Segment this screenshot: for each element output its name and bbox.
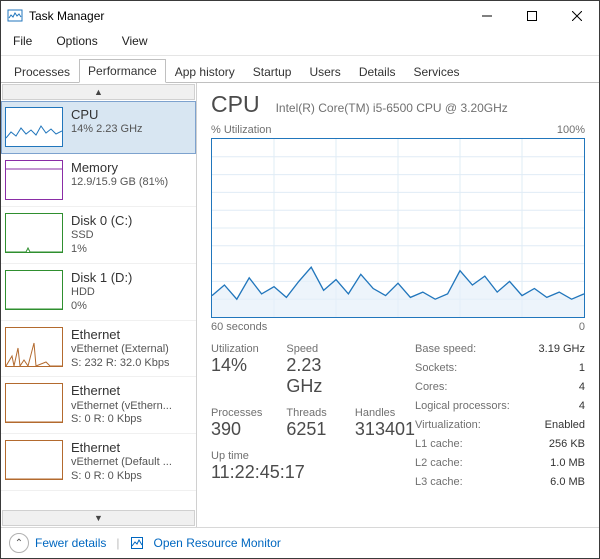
detail-key: L3 cache: [415, 476, 539, 491]
detail-value: Enabled [539, 419, 585, 434]
thumbnail [5, 383, 63, 423]
scroll-up-button[interactable]: ▲ [2, 84, 195, 100]
open-resource-monitor-link[interactable]: Open Resource Monitor [154, 536, 281, 550]
resource-list: CPU14% 2.23 GHzMemory12.9/15.9 GB (81%)D… [1, 101, 196, 509]
chart-xleft: 60 seconds [211, 321, 267, 333]
detail-value: 256 KB [539, 438, 585, 453]
close-button[interactable] [554, 1, 599, 31]
tab-services[interactable]: Services [405, 60, 469, 83]
item-sub2: 1% [71, 243, 132, 257]
label-threads: Threads [286, 407, 331, 419]
label-uptime: Up time [211, 450, 415, 462]
thumbnail [5, 213, 63, 253]
chart-ylabel: % Utilization [211, 124, 272, 136]
value-uptime: 11:22:45:17 [211, 462, 415, 483]
maximize-button[interactable] [509, 1, 554, 31]
window-title: Task Manager [29, 9, 104, 23]
minimize-button[interactable] [464, 1, 509, 31]
thumbnail [5, 327, 63, 367]
detail-key: Base speed: [415, 343, 539, 358]
resource-item-cpu[interactable]: CPU14% 2.23 GHz [1, 101, 196, 154]
resource-item-ethernet[interactable]: EthernetvEthernet (vEthern...S: 0 R: 0 K… [1, 377, 196, 434]
detail-value: 6.0 MB [539, 476, 585, 491]
thumbnail [5, 160, 63, 200]
tab-users[interactable]: Users [300, 60, 349, 83]
cpu-details: Base speed:3.19 GHzSockets:1Cores:4Logic… [415, 343, 585, 491]
scroll-down-button[interactable]: ▼ [2, 510, 195, 526]
tab-app-history[interactable]: App history [166, 60, 244, 83]
thumbnail [5, 107, 63, 147]
value-threads: 6251 [286, 419, 331, 440]
detail-value: 4 [539, 381, 585, 396]
resource-item-ethernet[interactable]: EthernetvEthernet (External)S: 232 R: 32… [1, 321, 196, 378]
item-sub1: vEthernet (External) [71, 343, 169, 357]
label-speed: Speed [286, 343, 331, 355]
titlebar: Task Manager [1, 1, 599, 31]
item-sub1: vEthernet (vEthern... [71, 400, 172, 414]
item-title: Disk 0 (C:) [71, 213, 132, 229]
item-title: Memory [71, 160, 168, 176]
item-sub2: 0% [71, 300, 132, 314]
chart-xright: 0 [579, 321, 585, 333]
menu-view[interactable]: View [116, 32, 154, 50]
resource-item-disk-1-d-[interactable]: Disk 1 (D:)HDD0% [1, 264, 196, 321]
detail-key: L1 cache: [415, 438, 539, 453]
tab-details[interactable]: Details [350, 60, 405, 83]
value-handles: 313401 [355, 419, 415, 440]
utilization-chart [211, 138, 585, 318]
main-title: CPU [211, 91, 260, 118]
detail-value: 3.19 GHz [539, 343, 585, 358]
label-handles: Handles [355, 407, 415, 419]
main-panel: CPU Intel(R) Core(TM) i5-6500 CPU @ 3.20… [197, 83, 599, 527]
item-sub1: 12.9/15.9 GB (81%) [71, 176, 168, 190]
detail-key: Cores: [415, 381, 539, 396]
menu-options[interactable]: Options [50, 32, 103, 50]
tab-performance[interactable]: Performance [79, 59, 166, 83]
resource-item-disk-0-c-[interactable]: Disk 0 (C:)SSD1% [1, 207, 196, 264]
item-sub2: S: 232 R: 32.0 Kbps [71, 357, 169, 371]
resource-item-memory[interactable]: Memory12.9/15.9 GB (81%) [1, 154, 196, 207]
item-sub1: 14% 2.23 GHz [71, 123, 143, 137]
resource-monitor-icon [130, 536, 144, 550]
detail-key: Logical processors: [415, 400, 539, 415]
detail-value: 1 [539, 362, 585, 377]
chart-ymax: 100% [557, 124, 585, 136]
menu-file[interactable]: File [7, 32, 38, 50]
item-sub2: S: 0 R: 0 Kbps [71, 470, 172, 484]
label-utilization: Utilization [211, 343, 262, 355]
detail-key: Sockets: [415, 362, 539, 377]
sidepane: ▲ CPU14% 2.23 GHzMemory12.9/15.9 GB (81%… [1, 83, 197, 527]
detail-key: Virtualization: [415, 419, 539, 434]
value-speed: 2.23 GHz [286, 355, 331, 397]
item-title: Ethernet [71, 327, 169, 343]
item-sub2: S: 0 R: 0 Kbps [71, 413, 172, 427]
tab-startup[interactable]: Startup [244, 60, 301, 83]
detail-value: 4 [539, 400, 585, 415]
cpu-model: Intel(R) Core(TM) i5-6500 CPU @ 3.20GHz [276, 101, 508, 115]
fewer-details-link[interactable]: Fewer details [35, 536, 106, 550]
thumbnail [5, 440, 63, 480]
chevron-up-icon[interactable]: ⌃ [9, 533, 29, 553]
value-utilization: 14% [211, 355, 262, 376]
item-sub1: HDD [71, 286, 132, 300]
item-title: CPU [71, 107, 143, 123]
menubar: File Options View [1, 31, 599, 56]
app-icon [7, 8, 23, 24]
resource-item-ethernet[interactable]: EthernetvEthernet (Default ...S: 0 R: 0 … [1, 434, 196, 491]
item-title: Ethernet [71, 383, 172, 399]
item-title: Disk 1 (D:) [71, 270, 132, 286]
thumbnail [5, 270, 63, 310]
value-processes: 390 [211, 419, 262, 440]
tab-processes[interactable]: Processes [5, 60, 79, 83]
tabs: Processes Performance App history Startu… [1, 56, 599, 83]
detail-key: L2 cache: [415, 457, 539, 472]
detail-value: 1.0 MB [539, 457, 585, 472]
label-processes: Processes [211, 407, 262, 419]
item-sub1: SSD [71, 229, 132, 243]
item-sub1: vEthernet (Default ... [71, 456, 172, 470]
item-title: Ethernet [71, 440, 172, 456]
footer: ⌃ Fewer details | Open Resource Monitor [1, 527, 599, 558]
